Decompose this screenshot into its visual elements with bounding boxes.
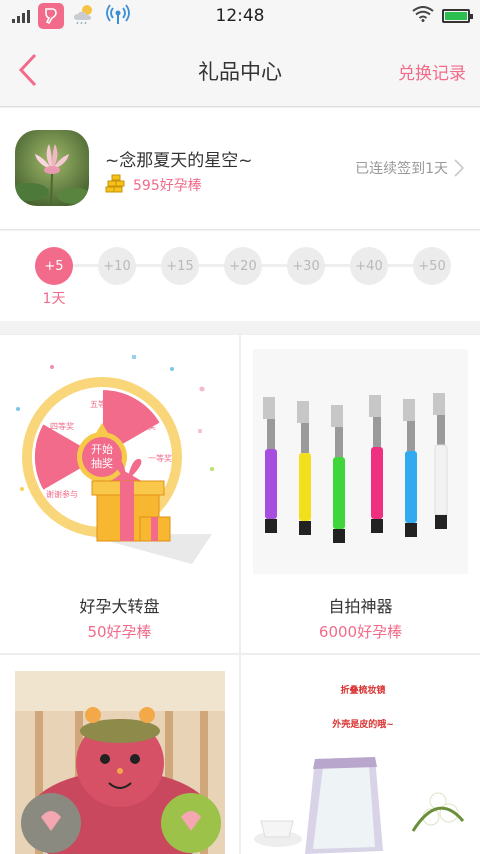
points-balance: 595好孕棒 [133,178,202,194]
points-row: 595好孕棒 [105,172,202,198]
wheel-sector-2: 二等奖 [132,421,156,431]
checkin-step-3[interactable]: +15 [161,247,199,285]
gift-price: 6000好孕棒 [318,623,403,641]
gold-bars-icon [105,172,127,198]
checkin-streak[interactable]: 已连续签到1天 [355,158,464,178]
navigation-bar: 礼品中心 兑换记录 [0,32,480,107]
gift-grid: 五等奖 二等奖 一等奖 谢谢参与 五等奖 四等奖 开始 抽奖 好孕大转盘 50好… [0,334,480,854]
wheel-sector-5: 五等奖 [38,453,62,463]
avatar[interactable] [15,130,89,206]
checkin-step-1[interactable]: +5 [35,247,73,285]
checkin-day-label: 1天 [42,291,66,307]
chevron-right-icon [454,159,464,177]
gift-name: 自拍神器 [328,597,393,616]
mirror-ad-line2: 外壳是皮的哦~ [331,718,394,730]
wheel-sector-6: 四等奖 [50,421,74,431]
gift-card-lucky-wheel[interactable]: 五等奖 二等奖 一等奖 谢谢参与 五等奖 四等奖 开始 抽奖 好孕大转盘 50好… [0,335,239,653]
gift-card-folding-mirror[interactable]: 折叠梳妆镜 外壳是皮的哦~ [241,655,480,854]
plush-toy-image [15,671,225,854]
checkin-step-2[interactable]: +10 [98,247,136,285]
wheel-start-label-1[interactable]: 开始 [91,442,113,456]
profile-section[interactable]: ~念那夏天的星空~ 595好孕棒 已连续签到1天 [0,108,480,230]
wifi-icon [412,6,434,26]
status-bar: 12:48 [0,0,480,32]
gift-price: 50好孕棒 [87,623,152,641]
exchange-history-link[interactable]: 兑换记录 [398,59,466,84]
selfie-sticks-image [253,349,468,574]
checkin-progress: +5 +10 +15 +20 +30 +40 +50 1天 [0,231,480,321]
battery-icon [442,9,473,23]
gift-name: 好孕大转盘 [79,597,160,616]
checkin-step-6[interactable]: +40 [350,247,388,285]
gift-card-selfie-stick[interactable]: 自拍神器 6000好孕棒 [241,335,480,653]
mirror-ad-line1: 折叠梳妆镜 [340,684,385,696]
gift-card-plush-toy[interactable] [0,655,239,854]
checkin-step-4[interactable]: +20 [224,247,262,285]
username: ~念那夏天的星空~ [105,151,253,171]
folding-mirror-image: 折叠梳妆镜 外壳是皮的哦~ [253,671,468,854]
wheel-sector-3: 一等奖 [148,453,172,463]
wheel-sector-1: 五等奖 [90,399,114,409]
lucky-wheel-image: 五等奖 二等奖 一等奖 谢谢参与 五等奖 四等奖 开始 抽奖 [16,355,214,564]
wheel-sector-4: 谢谢参与 [46,489,78,499]
checkin-step-7[interactable]: +50 [413,247,451,285]
checkin-step-5[interactable]: +30 [287,247,325,285]
clock: 12:48 [215,6,265,26]
wheel-start-label-2[interactable]: 抽奖 [91,456,113,470]
streak-text: 已连续签到1天 [355,161,448,177]
